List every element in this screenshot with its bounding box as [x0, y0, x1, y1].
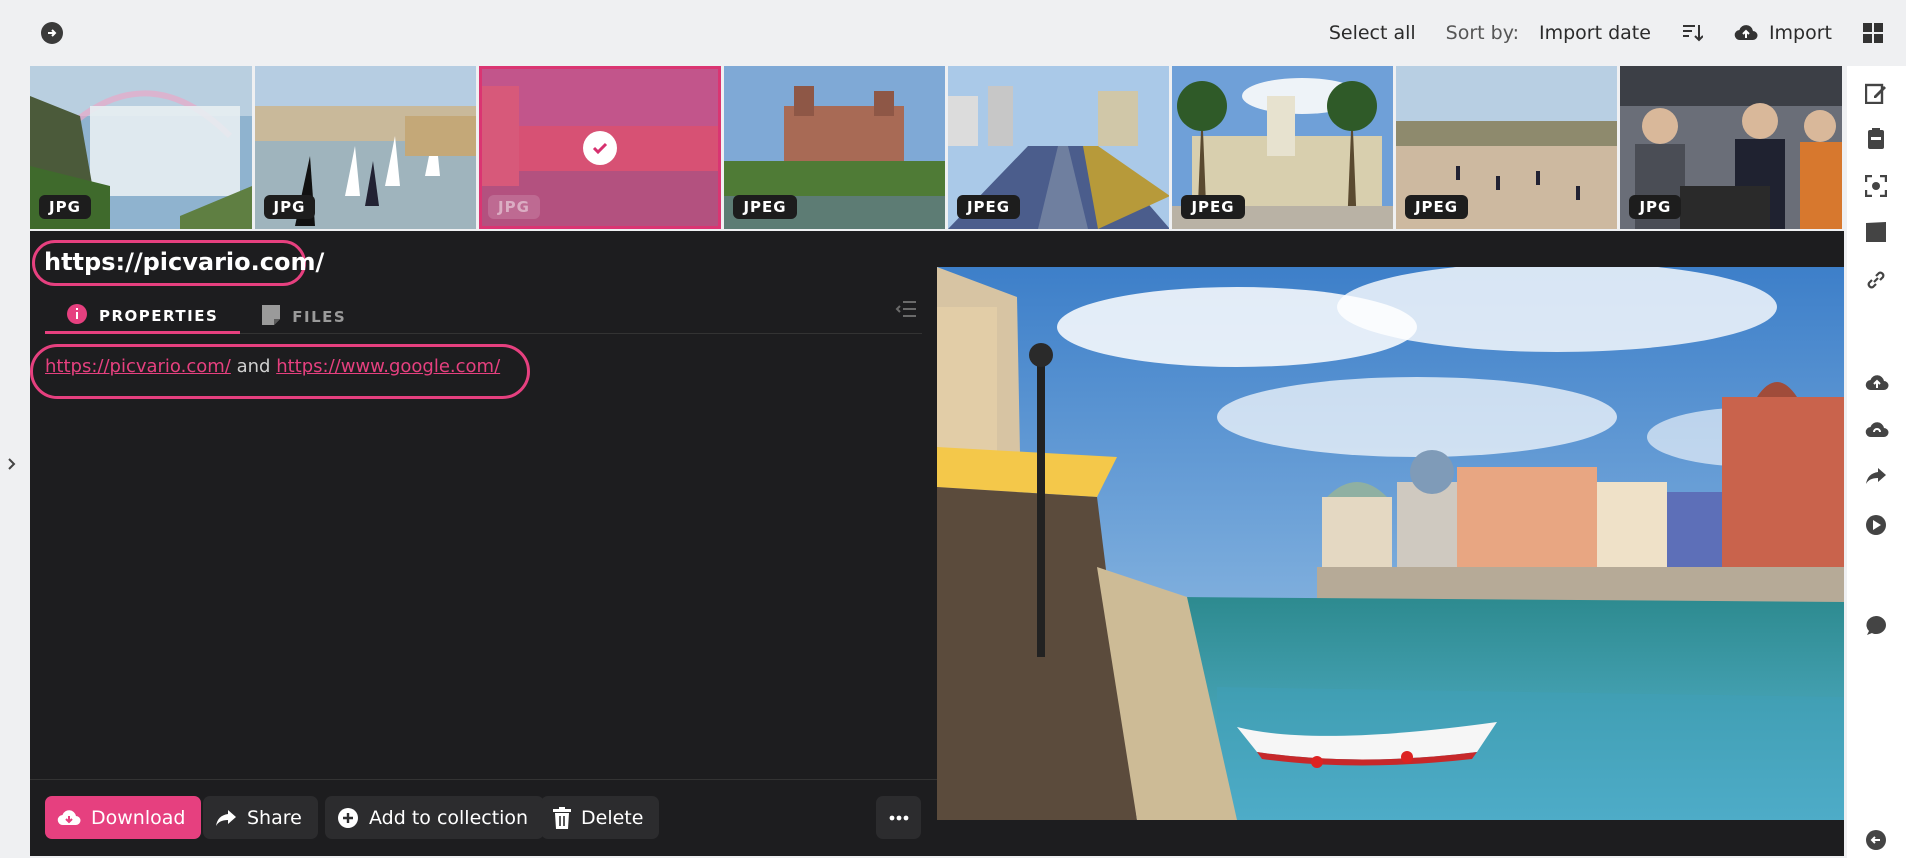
- grid-view-icon[interactable]: [1862, 22, 1884, 44]
- more-icon: [889, 815, 909, 821]
- cloud-upload-icon[interactable]: [1865, 373, 1889, 397]
- file-icon: [262, 305, 281, 329]
- thumbnail-canal-selected[interactable]: JPG: [479, 66, 722, 229]
- import-label: Import: [1768, 22, 1832, 44]
- delete-button[interactable]: Delete: [541, 796, 660, 839]
- tab-properties[interactable]: PROPERTIES: [45, 300, 241, 334]
- thumbnail-clocktower[interactable]: JPEG: [1172, 66, 1393, 229]
- chevron-right-icon[interactable]: [5, 456, 19, 476]
- tab-files[interactable]: FILES: [240, 300, 368, 334]
- sort-order-icon[interactable]: [1681, 22, 1703, 44]
- back-icon[interactable]: [1865, 829, 1889, 853]
- collapse-panel-icon[interactable]: [895, 299, 917, 323]
- thumbnail-railyard[interactable]: JPEG: [947, 66, 1170, 229]
- trash-icon: [553, 806, 571, 829]
- plus-circle-icon: [337, 807, 359, 829]
- link-icon[interactable]: [1865, 269, 1889, 293]
- links-joiner: and: [236, 356, 271, 377]
- download-label: Download: [91, 806, 186, 829]
- edit-icon[interactable]: [1864, 82, 1889, 106]
- sort-label: Sort by:: [1445, 22, 1519, 44]
- thumbnail-strip: JPG JPG JPG JPEG JPEG JPEG JPEG JPG: [30, 66, 1842, 229]
- format-badge: JPG: [263, 195, 316, 219]
- cloud-sync-icon[interactable]: [1865, 420, 1889, 444]
- link-google[interactable]: https://www.google.com/: [276, 356, 500, 377]
- collapse-icon[interactable]: [41, 22, 63, 44]
- tab-properties-label: PROPERTIES: [99, 306, 219, 325]
- add-to-collection-button[interactable]: Add to collection: [325, 796, 545, 839]
- canal-preview-image: [937, 267, 1844, 820]
- check-icon: [583, 130, 618, 165]
- cloud-download-icon: [57, 808, 81, 828]
- description-links: https://picvario.com/ and https://www.go…: [45, 356, 500, 377]
- add-to-collection-label: Add to collection: [369, 806, 529, 829]
- link-picvario[interactable]: https://picvario.com/: [45, 356, 231, 377]
- details-panel: https://picvario.com/ PROPERTIES FILES h…: [30, 231, 937, 856]
- share-button[interactable]: Share: [203, 796, 318, 839]
- clipboard-icon[interactable]: [1865, 128, 1889, 152]
- thumbnail-castle[interactable]: JPEG: [724, 66, 945, 229]
- format-badge: JPG: [488, 195, 540, 219]
- top-toolbar: Select all Sort by: Import date Import: [1329, 0, 1906, 66]
- action-bar: Download Share Add to collection Delete: [30, 779, 937, 856]
- format-badge: JPG: [39, 195, 91, 219]
- delete-label: Delete: [581, 806, 644, 829]
- film-icon[interactable]: [1865, 221, 1889, 245]
- cloud-upload-icon: [1733, 23, 1759, 43]
- select-all-button[interactable]: Select all: [1329, 22, 1416, 44]
- import-button[interactable]: Import: [1733, 22, 1832, 44]
- format-badge: JPEG: [733, 195, 797, 219]
- comment-icon[interactable]: [1865, 615, 1889, 639]
- right-tool-rail: [1847, 66, 1906, 858]
- detail-tabs: PROPERTIES FILES: [45, 300, 922, 334]
- forward-icon[interactable]: [1865, 467, 1889, 491]
- share-label: Share: [247, 806, 302, 829]
- more-options-button[interactable]: [876, 796, 921, 839]
- tab-files-label: FILES: [292, 308, 347, 326]
- face-scan-icon[interactable]: [1864, 174, 1889, 199]
- thumbnail-waterfall[interactable]: JPG: [30, 66, 252, 229]
- format-badge: JPEG: [956, 195, 1021, 219]
- format-badge: JPEG: [1404, 195, 1469, 219]
- download-button[interactable]: Download: [45, 796, 202, 839]
- info-icon: [67, 303, 87, 328]
- format-badge: JPG: [1629, 195, 1682, 219]
- thumbnail-field[interactable]: JPEG: [1395, 66, 1618, 229]
- play-icon[interactable]: [1865, 514, 1889, 538]
- thumbnail-workshop[interactable]: JPG: [1620, 66, 1842, 229]
- share-icon: [215, 809, 237, 827]
- format-badge: JPEG: [1181, 195, 1245, 219]
- asset-title[interactable]: https://picvario.com/: [44, 248, 324, 276]
- sort-dropdown[interactable]: Import date: [1539, 22, 1651, 44]
- thumbnail-harbor[interactable]: JPG: [254, 66, 476, 229]
- image-preview[interactable]: [937, 231, 1844, 856]
